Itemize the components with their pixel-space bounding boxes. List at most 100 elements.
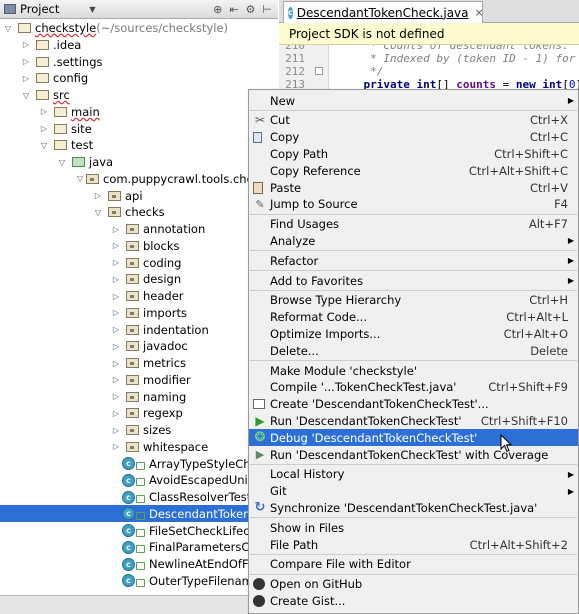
menu-item-open-on-github[interactable]: Open on GitHub: [249, 576, 578, 593]
menu-item-make-module-checkstyle[interactable]: Make Module 'checkstyle': [249, 362, 578, 379]
tree-folder-item[interactable]: ▷ api: [0, 187, 278, 204]
collapsed-arrow-icon[interactable]: ▷: [110, 342, 122, 351]
menu-item-cut[interactable]: Cut Ctrl+X: [249, 112, 578, 129]
tree-class-item[interactable]: cOuterTypeFilenameCheckTest: [0, 572, 278, 589]
collapsed-arrow-icon[interactable]: ▷: [110, 426, 122, 435]
menu-item-create-gist[interactable]: Create Gist...: [249, 592, 578, 609]
menu-item-reformat-code[interactable]: Reformat Code... Ctrl+Alt+L: [249, 309, 578, 326]
menu-item-synchronize-descendanttokenchecktest-java[interactable]: Synchronize 'DescendantTokenCheckTest.ja…: [249, 499, 578, 516]
expanded-arrow-icon[interactable]: ▽: [92, 208, 104, 217]
collapsed-arrow-icon[interactable]: ▷: [110, 409, 122, 418]
menu-item-run-descendanttokenchecktest-with-coverage[interactable]: Run 'DescendantTokenCheckTest' with Cove…: [249, 446, 578, 463]
collapsed-arrow-icon[interactable]: ▷: [20, 40, 32, 49]
menu-item-file-path[interactable]: File Path Ctrl+Alt+Shift+2: [249, 536, 578, 553]
collapsed-arrow-icon[interactable]: ▷: [110, 241, 122, 250]
menu-item-add-to-favorites[interactable]: Add to Favorites ▶: [249, 272, 578, 289]
menu-item-paste[interactable]: Paste Ctrl+V: [249, 179, 578, 196]
sync-target-icon[interactable]: ⊕: [213, 3, 222, 16]
menu-item-jump-to-source[interactable]: Jump to Source F4: [249, 196, 578, 213]
collapsed-arrow-icon[interactable]: ▷: [110, 325, 122, 334]
collapsed-arrow-icon[interactable]: ▷: [110, 375, 122, 384]
hide-panel-icon[interactable]: ⊢: [262, 3, 272, 16]
menu-item-copy-reference[interactable]: Copy Reference Ctrl+Alt+Shift+C: [249, 162, 578, 179]
tree-class-item[interactable]: cFinalParametersCheckTest: [0, 539, 278, 556]
tree-folder-item[interactable]: ▷ metrics: [0, 355, 278, 372]
tree-folder-item[interactable]: ▽ checks: [0, 204, 278, 221]
menu-item-debug-descendanttokenchecktest[interactable]: Debug 'DescendantTokenCheckTest': [249, 429, 578, 447]
tree-folder-item[interactable]: ▽ test: [0, 137, 278, 154]
tree-folder-item[interactable]: ▷ indentation: [0, 321, 278, 338]
collapsed-arrow-icon[interactable]: ▷: [110, 258, 122, 267]
collapsed-arrow-icon[interactable]: ▷: [38, 107, 50, 116]
menu-item-browse-type-hierarchy[interactable]: Browse Type Hierarchy Ctrl+H: [249, 292, 578, 309]
menu-item-local-history[interactable]: Local History ▶: [249, 466, 578, 483]
tree-class-item[interactable]: cFileSetCheckLifecycleTest: [0, 522, 278, 539]
collapsed-arrow-icon[interactable]: ▷: [110, 225, 122, 234]
collapsed-arrow-icon[interactable]: ▷: [110, 308, 122, 317]
expanded-arrow-icon[interactable]: ▽: [56, 158, 68, 167]
tree-class-item[interactable]: c ClassResolverTest: [0, 489, 278, 506]
expanded-arrow-icon[interactable]: ▽: [2, 24, 14, 33]
menu-item-delete[interactable]: Delete... Delete: [249, 342, 578, 359]
tree-folder-item[interactable]: ▷ site: [0, 120, 278, 137]
project-view-selector[interactable]: Project ▼: [0, 2, 96, 16]
tree-folder-item[interactable]: ▽ checkstyle (~/sources/checkstyle): [0, 20, 278, 37]
menu-item-copy-path[interactable]: Copy Path Ctrl+Shift+C: [249, 145, 578, 162]
tree-folder-item[interactable]: ▷ coding: [0, 254, 278, 271]
tree-folder-item[interactable]: ▽ java: [0, 154, 278, 171]
expanded-arrow-icon[interactable]: ▽: [20, 91, 32, 100]
expanded-arrow-icon[interactable]: ▽: [38, 141, 50, 150]
tree-folder-item[interactable]: ▷ sizes: [0, 422, 278, 439]
tree-folder-item[interactable]: ▽ com.puppycrawl.tools.checkstyle: [0, 170, 278, 187]
tree-class-item[interactable]: cDescendantTokenCheckTest: [0, 505, 278, 523]
collapsed-arrow-icon[interactable]: ▷: [20, 74, 32, 83]
menu-item-analyze[interactable]: Analyze ▶: [249, 232, 578, 249]
collapsed-arrow-icon[interactable]: ▷: [110, 442, 122, 451]
tree-class-item[interactable]: cNewlineAtEndOfFileCheckTest: [0, 556, 278, 573]
menu-item-show-in-files[interactable]: Show in Files: [249, 519, 578, 536]
menu-item-compare-file-with-editor[interactable]: Compare File with Editor: [249, 556, 578, 573]
collapsed-arrow-icon[interactable]: ▷: [92, 191, 104, 200]
collapsed-arrow-icon[interactable]: ▷: [110, 392, 122, 401]
project-tree[interactable]: ▽ checkstyle (~/sources/checkstyle) ▷ .idea…: [0, 19, 278, 595]
tree-folder-item[interactable]: ▷ javadoc: [0, 338, 278, 355]
tree-class-item[interactable]: cArrayTypeStyleCheckTest: [0, 455, 278, 472]
tree-folder-item[interactable]: ▽ src: [0, 87, 278, 104]
close-icon[interactable]: ×: [475, 6, 484, 19]
tree-folder-item[interactable]: ▷ blocks: [0, 237, 278, 254]
menu-item-optimize-imports[interactable]: Optimize Imports... Ctrl+Alt+O: [249, 325, 578, 342]
expanded-arrow-icon[interactable]: ▽: [74, 174, 86, 183]
menu-item-new[interactable]: New ▶: [249, 92, 578, 109]
tree-folder-item[interactable]: ▷ .settings: [0, 53, 278, 70]
tree-folder-item[interactable]: ▷ design: [0, 271, 278, 288]
menu-item-find-usages[interactable]: Find Usages Alt+F7: [249, 216, 578, 233]
menu-item-git[interactable]: Git ▶: [249, 483, 578, 500]
tree-folder-item[interactable]: ▷ regexp: [0, 405, 278, 422]
tree-folder-item[interactable]: ▷ header: [0, 288, 278, 305]
tree-folder-item[interactable]: ▷ naming: [0, 388, 278, 405]
collapsed-arrow-icon[interactable]: ▷: [38, 124, 50, 133]
menu-item-run-descendanttokenchecktest[interactable]: Run 'DescendantTokenCheckTest' Ctrl+Shift…: [249, 412, 578, 429]
tree-folder-item[interactable]: ▷ imports: [0, 304, 278, 321]
gear-icon[interactable]: ⚙: [246, 3, 256, 16]
tree-folder-item[interactable]: ▷ .idea: [0, 36, 278, 53]
collapsed-arrow-icon[interactable]: ▷: [110, 292, 122, 301]
menu-item-create-descendanttokenchecktest[interactable]: Create 'DescendantTokenCheckTest'...: [249, 396, 578, 413]
collapsed-arrow-icon[interactable]: ▷: [20, 57, 32, 66]
collapsed-arrow-icon[interactable]: ▷: [110, 275, 122, 284]
tree-folder-item[interactable]: ▷ whitespace: [0, 438, 278, 455]
menu-item-compile-tokenchecktest-java[interactable]: Compile '...TokenCheckTest.java' Ctrl+Shi…: [249, 379, 578, 396]
tree-folder-item[interactable]: ▷ modifier: [0, 371, 278, 388]
tree-folder-item[interactable]: ▷ config: [0, 70, 278, 87]
collapse-icon[interactable]: ⇤: [229, 3, 238, 16]
menu-item-copy[interactable]: Copy Ctrl+C: [249, 129, 578, 146]
tree-folder-item[interactable]: ▷ annotation: [0, 221, 278, 238]
collapsed-arrow-icon[interactable]: ▷: [110, 359, 122, 368]
fold-marker-icon[interactable]: [315, 67, 323, 75]
menu-item-refactor[interactable]: Refactor ▶: [249, 252, 578, 269]
tree-folder-item[interactable]: ▷ main: [0, 103, 278, 120]
tab-descendant-token-check[interactable]: c DescendantTokenCheck.java ×: [283, 1, 484, 23]
menu-item-label: Debug 'DescendantTokenCheckTest': [270, 430, 478, 445]
tree-class-item[interactable]: cAvoidEscapedUnicodeCharactersCheckTest: [0, 472, 278, 489]
chevron-down-icon[interactable]: ▼: [89, 5, 95, 14]
